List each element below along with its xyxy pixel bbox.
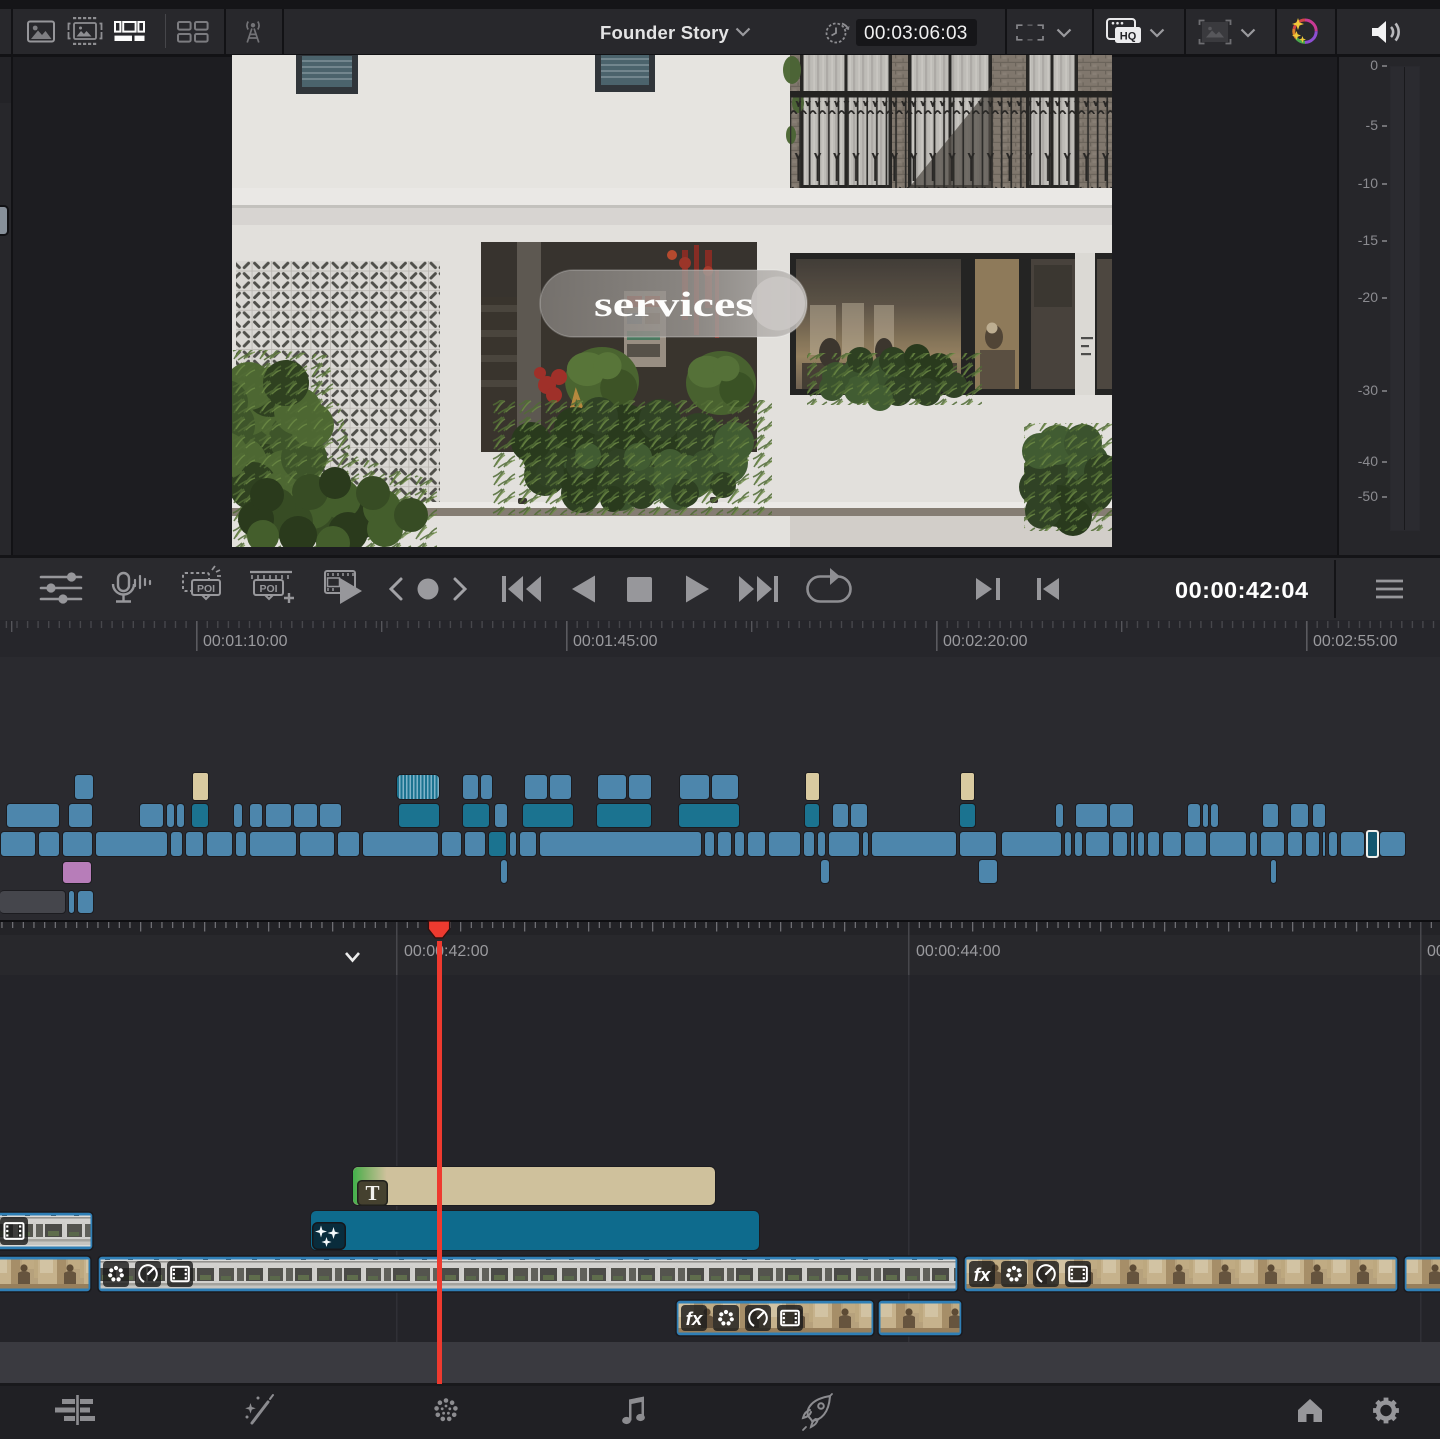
svg-text:T: T <box>365 1181 379 1205</box>
svg-text:HQ: HQ <box>1120 30 1137 42</box>
svg-text:POI: POI <box>197 583 215 595</box>
svg-text:POI: POI <box>259 583 277 595</box>
svg-text:fx: fx <box>686 1308 704 1329</box>
svg-text:fx: fx <box>974 1264 992 1285</box>
svg-text:services: services <box>594 285 754 324</box>
